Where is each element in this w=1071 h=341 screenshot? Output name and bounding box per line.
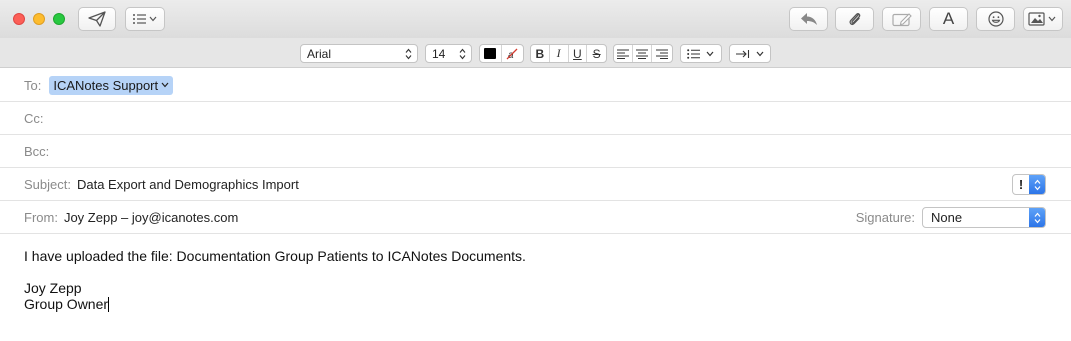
align-left-button[interactable] bbox=[614, 45, 633, 62]
subject-label: Subject: bbox=[24, 176, 71, 192]
align-right-icon bbox=[655, 49, 668, 59]
subject-field[interactable]: Data Export and Demographics Import bbox=[77, 177, 299, 192]
reply-icon bbox=[800, 13, 817, 25]
bold-button[interactable]: B bbox=[531, 45, 550, 62]
cc-label: Cc: bbox=[24, 110, 44, 126]
font-size-value: 14 bbox=[432, 46, 446, 61]
chevron-down-icon bbox=[161, 82, 169, 88]
body-line: Group Owner bbox=[24, 296, 109, 312]
stepper-icon bbox=[403, 48, 413, 60]
fonts-icon: A bbox=[942, 9, 955, 28]
body-line: Joy Zepp bbox=[24, 280, 82, 296]
stepper-icon bbox=[457, 48, 467, 60]
send-button[interactable] bbox=[78, 7, 116, 31]
to-label: To: bbox=[24, 77, 42, 93]
bcc-row[interactable]: Bcc: bbox=[0, 135, 1071, 168]
text-caret bbox=[108, 297, 110, 312]
alignment-group bbox=[613, 44, 673, 63]
emoji-icon bbox=[987, 11, 1004, 27]
from-label: From: bbox=[24, 209, 58, 225]
format-bar: Arial 14 a B I U S bbox=[0, 38, 1071, 68]
align-center-icon bbox=[636, 49, 648, 59]
send-icon bbox=[88, 11, 106, 27]
minimize-window-button[interactable] bbox=[33, 13, 45, 25]
align-left-icon bbox=[617, 49, 629, 59]
priority-select[interactable]: ! bbox=[1012, 174, 1046, 195]
cc-row[interactable]: Cc: bbox=[0, 102, 1071, 135]
recipient-token[interactable]: ICANotes Support bbox=[49, 75, 174, 95]
signature-label: Signature: bbox=[855, 209, 915, 225]
signature-select[interactable]: None bbox=[922, 207, 1046, 228]
stepper-icon bbox=[1029, 175, 1045, 194]
header-fields-button[interactable] bbox=[125, 7, 165, 31]
body-line-with-caret: Group Owner bbox=[24, 296, 526, 312]
no-background-color-icon: a bbox=[506, 48, 518, 60]
body-line: I have uploaded the file: Documentation … bbox=[24, 248, 526, 264]
reply-button[interactable] bbox=[789, 7, 828, 31]
to-row: To: ICANotes Support bbox=[0, 69, 1071, 102]
photo-browser-icon bbox=[1028, 12, 1056, 26]
align-right-button[interactable] bbox=[652, 45, 671, 62]
color-group: a bbox=[479, 44, 524, 63]
background-color-button[interactable]: a bbox=[502, 45, 523, 62]
chevron-down-icon bbox=[756, 51, 764, 56]
header-fields-icon bbox=[133, 14, 157, 24]
underline-button[interactable]: U bbox=[569, 45, 588, 62]
font-family-value: Arial bbox=[307, 46, 332, 61]
chevron-down-icon bbox=[706, 51, 714, 56]
list-style-button[interactable] bbox=[680, 44, 722, 63]
indent-button[interactable] bbox=[729, 44, 771, 63]
italic-button[interactable]: I bbox=[550, 45, 569, 62]
signature-value: None bbox=[931, 210, 963, 225]
bcc-label: Bcc: bbox=[24, 143, 50, 159]
align-center-button[interactable] bbox=[633, 45, 652, 62]
subject-row: Subject: Data Export and Demographics Im… bbox=[0, 168, 1071, 201]
window-toolbar: A bbox=[0, 0, 1071, 38]
strikethrough-button[interactable]: S bbox=[587, 45, 606, 62]
bulleted-list-icon bbox=[687, 48, 700, 59]
message-body[interactable]: I have uploaded the file: Documentation … bbox=[24, 248, 526, 312]
text-color-button[interactable] bbox=[480, 45, 502, 62]
font-family-select[interactable]: Arial bbox=[300, 44, 418, 63]
fonts-button[interactable]: A bbox=[929, 7, 968, 31]
indent-icon bbox=[736, 49, 750, 58]
priority-value: ! bbox=[1018, 177, 1024, 192]
from-row: From: Joy Zepp – joy@icanotes.com Signat… bbox=[0, 201, 1071, 234]
font-size-select[interactable]: 14 bbox=[425, 44, 472, 63]
photo-browser-button[interactable] bbox=[1023, 7, 1063, 31]
close-window-button[interactable] bbox=[13, 13, 25, 25]
emoji-button[interactable] bbox=[976, 7, 1015, 31]
from-select[interactable]: Joy Zepp – joy@icanotes.com bbox=[64, 210, 238, 225]
attachment-button[interactable] bbox=[835, 7, 874, 31]
text-color-swatch bbox=[484, 48, 497, 59]
stepper-icon bbox=[1029, 208, 1045, 227]
markup-icon bbox=[891, 12, 912, 26]
text-style-group: B I U S bbox=[530, 44, 607, 63]
zoom-window-button[interactable] bbox=[53, 13, 65, 25]
recipient-name: ICANotes Support bbox=[53, 77, 159, 93]
markup-button[interactable] bbox=[882, 7, 921, 31]
attachment-icon bbox=[848, 13, 860, 26]
